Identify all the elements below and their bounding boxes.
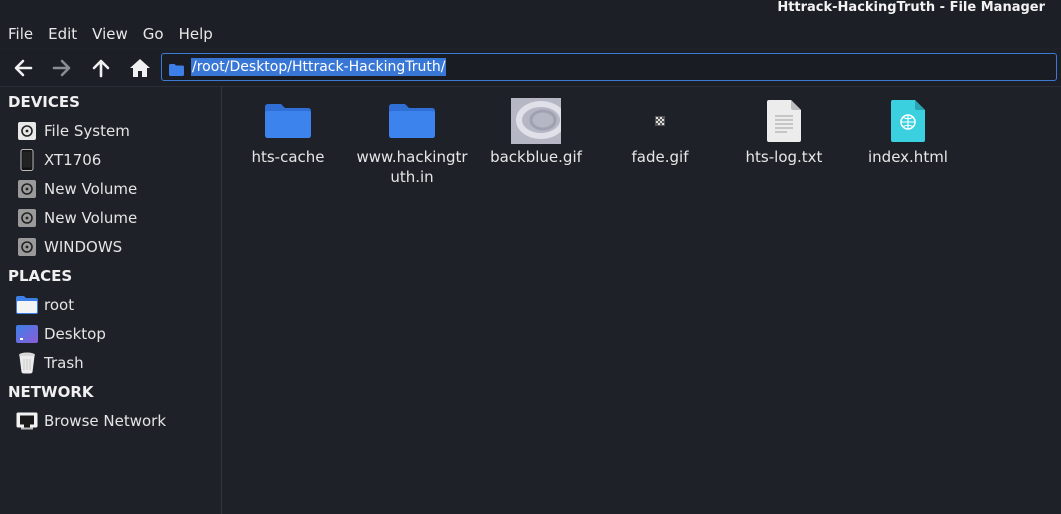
file-view: hts-cache www.hackingtruth.in backblue.g… bbox=[223, 87, 1061, 514]
drive-icon bbox=[16, 178, 38, 200]
menu-help[interactable]: Help bbox=[171, 25, 220, 43]
sidebar: DEVICES File System XT1706 New Volume Ne… bbox=[0, 87, 222, 514]
sidebar-item-label: Browse Network bbox=[44, 412, 167, 430]
sidebar-item-label: XT1706 bbox=[44, 151, 102, 169]
network-icon bbox=[16, 410, 38, 432]
image-thumbnail-icon bbox=[474, 97, 598, 145]
folder-icon bbox=[226, 97, 350, 145]
home-icon bbox=[130, 59, 150, 77]
html-file-icon bbox=[846, 97, 970, 145]
file-item[interactable]: backblue.gif bbox=[474, 97, 598, 167]
menu-edit[interactable]: Edit bbox=[40, 25, 84, 43]
trash-icon bbox=[16, 352, 38, 374]
sidebar-item-label: New Volume bbox=[44, 180, 138, 198]
desktop-icon bbox=[16, 323, 38, 345]
file-name: fade.gif bbox=[631, 148, 689, 166]
sidebar-item-windows[interactable]: WINDOWS bbox=[16, 234, 122, 260]
file-name: hts-cache bbox=[251, 148, 325, 166]
menu-go[interactable]: Go bbox=[135, 25, 171, 43]
menu-view[interactable]: View bbox=[84, 25, 135, 43]
sidebar-item-label: File System bbox=[44, 122, 130, 140]
sidebar-item-desktop[interactable]: Desktop bbox=[16, 321, 106, 347]
sidebar-item-file-system[interactable]: File System bbox=[16, 118, 130, 144]
network-heading: NETWORK bbox=[8, 383, 94, 401]
arrow-right-icon bbox=[52, 59, 71, 77]
folder-icon bbox=[350, 97, 474, 145]
image-thumbnail-icon bbox=[598, 97, 722, 145]
places-heading: PLACES bbox=[8, 267, 73, 285]
arrow-up-icon bbox=[92, 59, 110, 78]
file-name: hts-log.txt bbox=[745, 148, 823, 166]
arrow-left-icon bbox=[14, 59, 33, 77]
sidebar-item-label: New Volume bbox=[44, 209, 138, 227]
home-folder-icon bbox=[16, 294, 38, 316]
file-item[interactable]: hts-cache bbox=[226, 97, 350, 167]
menu-bar: File Edit View Go Help bbox=[0, 20, 1061, 48]
drive-icon bbox=[16, 120, 38, 142]
sidebar-item-new-volume-2[interactable]: New Volume bbox=[16, 205, 137, 231]
file-item[interactable]: hts-log.txt bbox=[722, 97, 846, 167]
menu-file[interactable]: File bbox=[0, 25, 40, 43]
sidebar-item-label: Desktop bbox=[44, 325, 106, 343]
text-file-icon bbox=[722, 97, 846, 145]
file-name: index.html bbox=[868, 148, 948, 166]
phone-icon bbox=[16, 149, 38, 171]
devices-heading: DEVICES bbox=[8, 93, 80, 111]
drive-icon bbox=[16, 207, 38, 229]
folder-icon bbox=[169, 61, 184, 80]
sidebar-item-label: WINDOWS bbox=[44, 238, 123, 256]
window-title: Httrack-HackingTruth - File Manager bbox=[777, 0, 1045, 15]
up-button[interactable] bbox=[88, 56, 114, 80]
sidebar-item-browse-network[interactable]: Browse Network bbox=[16, 408, 166, 434]
sidebar-item-label: root bbox=[44, 296, 75, 314]
file-item[interactable]: fade.gif bbox=[598, 97, 722, 167]
file-name: www.hackingtruth.in bbox=[356, 148, 468, 186]
sidebar-item-trash[interactable]: Trash bbox=[16, 350, 84, 376]
title-bar: Httrack-HackingTruth - File Manager bbox=[0, 0, 1061, 20]
location-bar[interactable]: /root/Desktop/Httrack-HackingTruth/ bbox=[161, 53, 1057, 81]
drive-icon bbox=[16, 236, 38, 258]
sidebar-item-root[interactable]: root bbox=[16, 292, 74, 318]
sidebar-item-label: Trash bbox=[44, 354, 84, 372]
file-item[interactable]: index.html bbox=[846, 97, 970, 167]
back-button[interactable] bbox=[10, 56, 36, 80]
forward-button[interactable] bbox=[49, 56, 75, 80]
file-name: backblue.gif bbox=[490, 148, 582, 166]
sidebar-item-new-volume-1[interactable]: New Volume bbox=[16, 176, 137, 202]
location-path-text[interactable]: /root/Desktop/Httrack-HackingTruth/ bbox=[191, 58, 447, 76]
sidebar-item-xt1706[interactable]: XT1706 bbox=[16, 147, 101, 173]
file-item[interactable]: www.hackingtruth.in bbox=[350, 97, 474, 187]
home-button[interactable] bbox=[127, 56, 153, 80]
